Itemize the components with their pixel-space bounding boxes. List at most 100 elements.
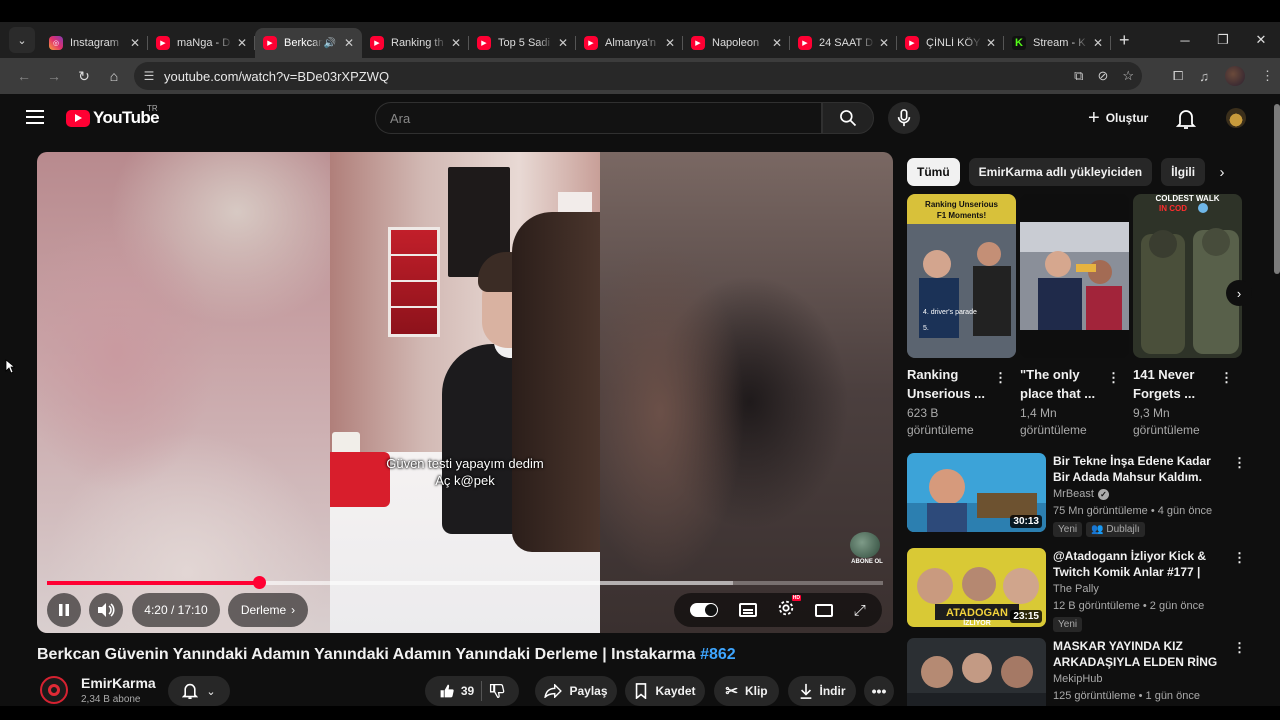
recommendation-channel[interactable]: MekipHub <box>1053 673 1103 685</box>
guide-menu-icon[interactable] <box>26 110 44 128</box>
recommendation-channel[interactable]: The Pally <box>1053 583 1099 595</box>
short-thumb-image: Ranking Unserious F1 Moments! 4. driver'… <box>907 194 1016 358</box>
profile-avatar[interactable] <box>1225 66 1245 86</box>
recommendation-thumbnail[interactable]: ATADOGAN İZLİYOR 23:15 <box>907 548 1046 627</box>
extensions-icon[interactable]: ⧠ <box>1173 68 1183 84</box>
install-app-icon[interactable]: ⧉ <box>1074 68 1083 84</box>
video-player[interactable]: Güven testi yapayım dedim Aç k@pek ABONE… <box>37 152 893 633</box>
recommendation-channel[interactable]: MrBeast ✓ <box>1053 488 1109 500</box>
recommendation-menu-icon[interactable]: ⋮ <box>1233 640 1246 656</box>
tab-close-icon[interactable]: ✕ <box>451 36 461 50</box>
short-thumbnail-3[interactable]: COLDEST WALK IN COD <box>1133 194 1242 358</box>
minimize-icon[interactable]: ─ <box>1166 22 1204 58</box>
subscription-notification-button[interactable]: ⌄ <box>168 676 230 706</box>
channel-avatar[interactable] <box>40 676 68 704</box>
short-meta-1[interactable]: Ranking Unserious ... 623 Bgörüntüleme ⋮ <box>907 365 1015 439</box>
new-tab-button[interactable]: + <box>1119 30 1130 51</box>
progress-bar[interactable] <box>47 576 883 589</box>
recommendation-menu-icon[interactable]: ⋮ <box>1233 455 1246 471</box>
recommendation-title[interactable]: MASKAR YAYINDA KIZ ARKADAŞIYLA ELDEN RİN… <box>1053 638 1225 670</box>
recommendation-item[interactable]: 30:13 Bir Tekne İnşa Edene Kadar Bir Ada… <box>907 453 1247 537</box>
address-bar[interactable]: ☰ youtube.com/watch?v=BDe03rXPZWQ ⧉ ⊘ ☆ <box>134 62 1142 90</box>
channel-name[interactable]: EmirKarma <box>81 675 156 691</box>
tab-close-icon[interactable]: ✕ <box>237 36 247 50</box>
tab-close-icon[interactable]: ✕ <box>1093 36 1103 50</box>
page-scrollbar[interactable] <box>1274 104 1280 274</box>
short-thumbnail-2[interactable] <box>1020 194 1129 358</box>
tab-close-icon[interactable]: ✕ <box>986 36 996 50</box>
subscribe-watermark[interactable]: ABONE OL <box>850 532 884 566</box>
recommendation-thumbnail[interactable]: 30:13 <box>907 453 1046 532</box>
download-button[interactable]: İndir <box>788 676 856 706</box>
thumbs-down-icon[interactable] <box>489 683 505 699</box>
short-menu-icon[interactable]: ⋮ <box>1107 370 1120 386</box>
tab-close-icon[interactable]: ✕ <box>665 36 675 50</box>
browser-menu-icon[interactable]: ⋮ <box>1261 68 1274 84</box>
progress-scrubber[interactable] <box>252 576 266 589</box>
browser-tab[interactable]: ▶ Top 5 Sadi ✕ <box>469 28 576 58</box>
recommendation-item[interactable]: ATADOGAN İZLİYOR 23:15 @Atadogann İzliyo… <box>907 548 1247 632</box>
fullscreen-icon[interactable]: ⤢ <box>854 602 866 619</box>
tracking-blocked-icon[interactable]: ⊘ <box>1097 68 1108 84</box>
short-menu-icon[interactable]: ⋮ <box>994 370 1007 386</box>
share-button[interactable]: Paylaş <box>535 676 617 706</box>
back-icon[interactable]: ← <box>9 68 39 84</box>
chips-next-button[interactable]: › <box>1207 158 1237 186</box>
more-actions-button[interactable]: ••• <box>864 676 894 706</box>
tab-close-icon[interactable]: ✕ <box>772 36 782 50</box>
home-icon[interactable]: ⌂ <box>99 68 129 84</box>
browser-tab[interactable]: K Stream - K ✕ <box>1004 28 1111 58</box>
browser-tab[interactable]: ▶ Napoleon ✕ <box>683 28 790 58</box>
chapter-button[interactable]: Derleme › <box>228 593 308 627</box>
tab-search-button[interactable]: ⌄ <box>9 27 35 53</box>
site-info-icon[interactable]: ☰ <box>134 69 164 83</box>
browser-tab[interactable]: ◎ Instagram ✕ <box>41 28 148 58</box>
recommendation-title[interactable]: Bir Tekne İnşa Edene Kadar Bir Adada Mah… <box>1053 453 1225 485</box>
search-button[interactable] <box>822 102 874 134</box>
volume-button[interactable] <box>89 593 123 627</box>
bookmark-star-icon[interactable]: ☆ <box>1122 68 1134 84</box>
settings-button[interactable]: HD <box>777 594 801 622</box>
filter-chip[interactable]: Tümü <box>907 158 960 186</box>
search-input[interactable] <box>376 103 821 133</box>
youtube-logo[interactable]: YouTube TR <box>66 104 160 128</box>
subtitles-icon[interactable] <box>738 603 757 617</box>
short-meta-2[interactable]: "The only place that ... 1,4 Mn görüntülem… <box>1020 365 1128 439</box>
youtube-icon: ▶ <box>905 36 919 50</box>
pause-button[interactable] <box>47 593 81 627</box>
tab-audio-icon[interactable]: 🔊 <box>323 38 335 49</box>
clip-button[interactable]: ✂ Klip <box>714 676 779 706</box>
shorts-next-button[interactable]: › <box>1226 280 1252 306</box>
browser-tab[interactable]: ▶ ÇİNLİ KÖY ✕ <box>897 28 1004 58</box>
video-hashtag[interactable]: #862 <box>700 646 736 663</box>
browser-tab[interactable]: ▶ Almanya'n ✕ <box>576 28 683 58</box>
tab-close-icon[interactable]: ✕ <box>344 36 354 50</box>
maximize-icon[interactable]: ❐ <box>1204 22 1242 58</box>
recommendation-title[interactable]: @Atadogann İzliyor Kick & Twitch Komik A… <box>1053 548 1225 580</box>
tab-close-icon[interactable]: ✕ <box>879 36 889 50</box>
create-button[interactable]: + Oluştur <box>1082 102 1154 134</box>
voice-search-button[interactable] <box>888 102 920 134</box>
reload-icon[interactable]: ↻ <box>69 68 99 85</box>
filter-chip[interactable]: EmirKarma adlı yükleyiciden <box>968 158 1153 186</box>
short-menu-icon[interactable]: ⋮ <box>1220 370 1233 386</box>
browser-tab[interactable]: ▶ Ranking th ✕ <box>362 28 469 58</box>
browser-tab[interactable]: ▶ 24 SAAT D ✕ <box>790 28 897 58</box>
short-thumbnail-1[interactable]: Ranking Unserious F1 Moments! 4. driver'… <box>907 194 1016 358</box>
recommendation-menu-icon[interactable]: ⋮ <box>1233 550 1246 566</box>
media-control-icon[interactable]: ♫ <box>1199 69 1209 84</box>
notifications-button[interactable] <box>1175 108 1197 135</box>
autoplay-toggle[interactable] <box>690 603 719 617</box>
close-window-icon[interactable]: ✕ <box>1242 22 1280 58</box>
browser-tab[interactable]: ▶ maNga - D ✕ <box>148 28 255 58</box>
tab-close-icon[interactable]: ✕ <box>130 36 140 50</box>
tab-close-icon[interactable]: ✕ <box>558 36 568 50</box>
browser-tab[interactable]: ▶ Berkcan 🔊 ✕ <box>255 28 362 58</box>
forward-icon[interactable]: → <box>39 68 69 84</box>
like-button[interactable]: 39 <box>439 683 474 699</box>
account-avatar[interactable] <box>1226 108 1246 128</box>
save-button[interactable]: Kaydet <box>625 676 705 706</box>
filter-chip[interactable]: İlgili <box>1161 158 1206 186</box>
short-meta-3[interactable]: 141 Never Forgets ... 9,3 Mn görüntüleme ⋮ <box>1133 365 1241 439</box>
theater-mode-icon[interactable] <box>815 603 834 617</box>
